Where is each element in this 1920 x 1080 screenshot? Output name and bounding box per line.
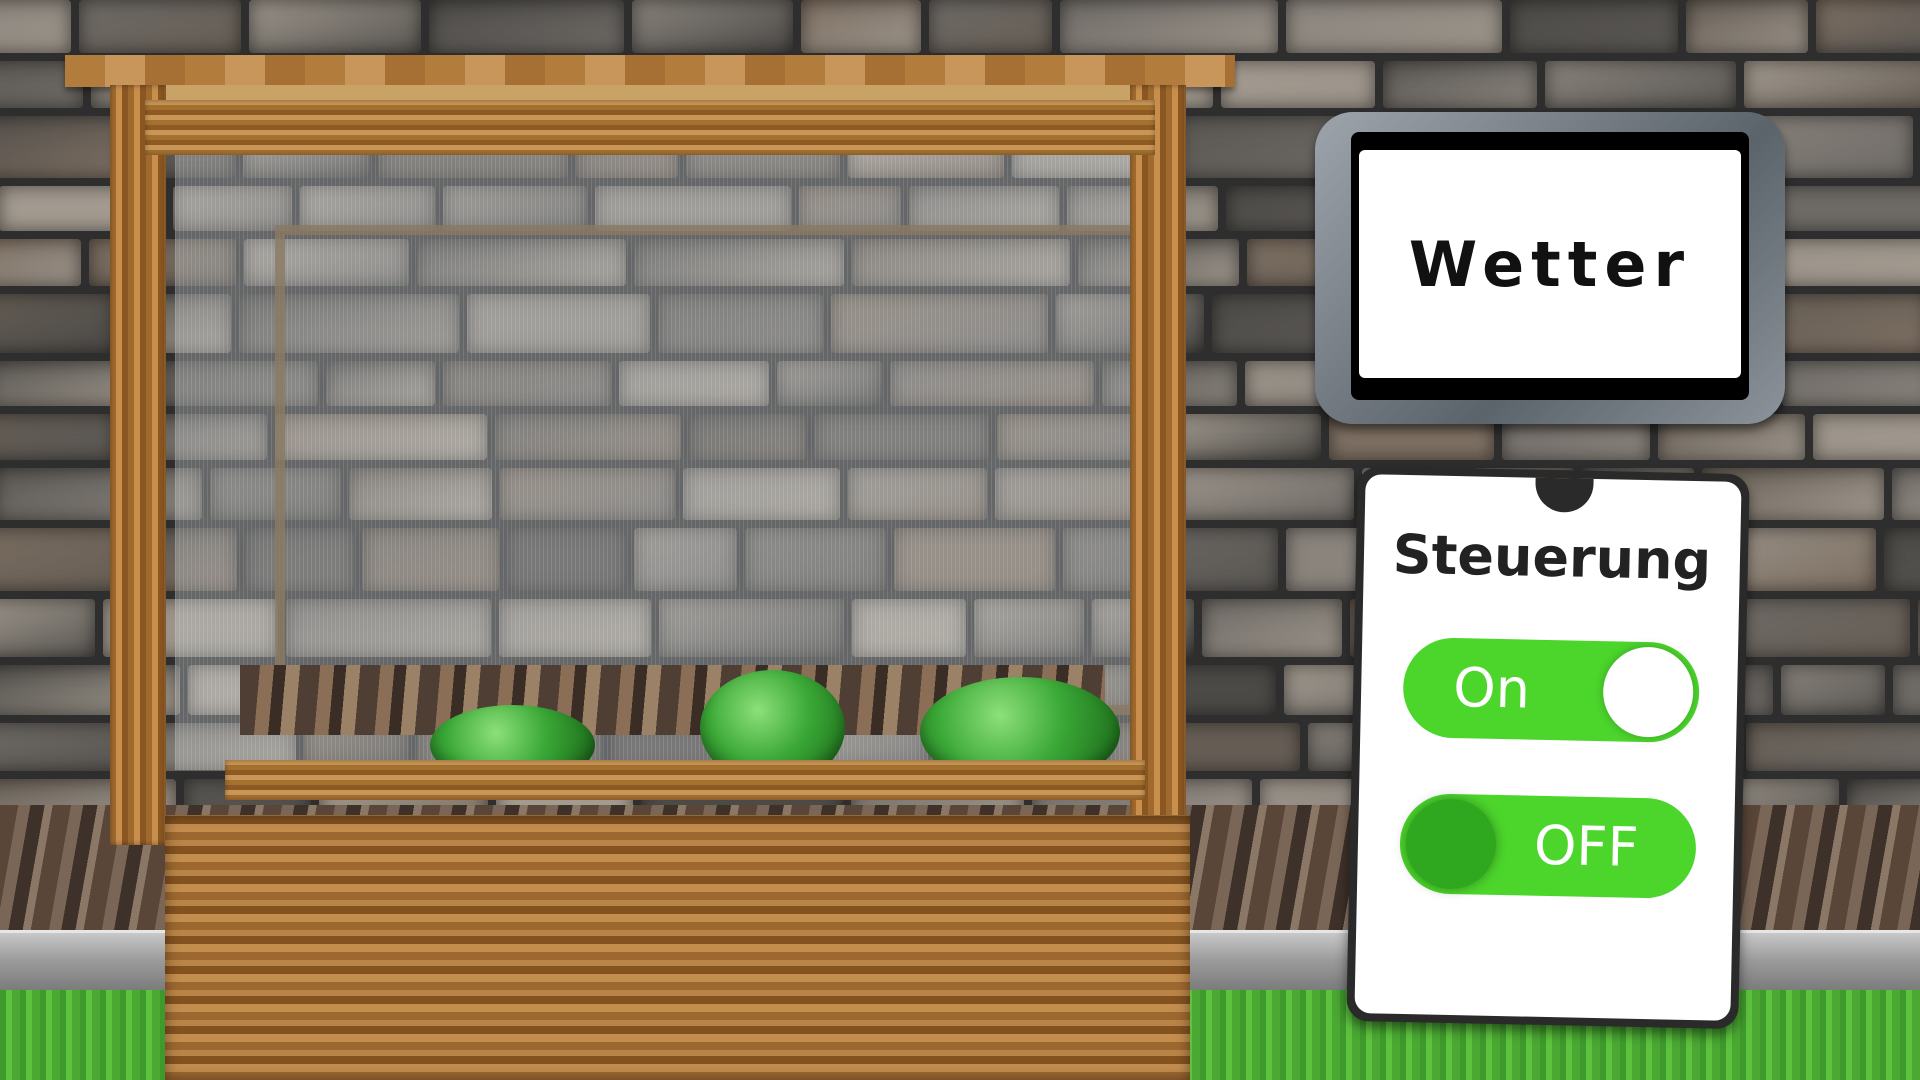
wall-stone — [1813, 414, 1920, 460]
weather-display: Wetter — [1359, 150, 1741, 378]
weather-label: Wetter — [1408, 227, 1692, 301]
control-title: Steuerung — [1392, 522, 1712, 593]
wall-stone — [632, 0, 793, 53]
wall-stone — [1286, 0, 1502, 53]
wall-stone — [249, 0, 421, 53]
wall-stone — [1383, 61, 1537, 108]
bed-wooden-box — [165, 815, 1190, 1080]
wall-stone — [1816, 0, 1920, 53]
control-tablet: Steuerung On OFF — [1346, 465, 1750, 1030]
wall-stone — [1746, 723, 1920, 771]
inner-frame — [275, 225, 1145, 715]
wall-stone — [1771, 239, 1920, 286]
game-scene: Wetter Steuerung On OFF — [0, 0, 1920, 1080]
wall-stone — [1781, 665, 1885, 715]
bed-top-beam — [145, 100, 1155, 155]
tablet-notch — [1534, 477, 1594, 513]
bed-roof — [65, 55, 1235, 87]
wall-stone — [0, 0, 71, 53]
wall-stone — [79, 0, 241, 53]
wall-stone — [929, 0, 1052, 53]
weather-screen: Wetter — [1351, 132, 1749, 400]
wall-stone — [1782, 361, 1920, 406]
bed-bottom-beam — [225, 760, 1145, 800]
wall-stone — [801, 0, 921, 53]
tablet-screen: Steuerung On OFF — [1354, 474, 1742, 1021]
wall-stone — [1545, 61, 1736, 108]
toggle-off-switch[interactable]: OFF — [1398, 792, 1697, 900]
toggle-on-label: On — [1452, 656, 1531, 721]
wall-stone — [1060, 0, 1278, 53]
toggle-on-switch[interactable]: On — [1402, 636, 1701, 744]
wall-stone — [1221, 61, 1375, 108]
wall-stone — [1892, 468, 1920, 520]
toggle-knob — [1602, 646, 1695, 739]
toggle-knob — [1405, 798, 1497, 890]
raised-garden-bed[interactable] — [65, 55, 1235, 1080]
wall-stone — [429, 0, 624, 53]
bed-post-left — [110, 85, 166, 845]
wall-stone — [1893, 665, 1920, 715]
toggle-off-label: OFF — [1533, 813, 1640, 879]
wall-stone — [1510, 0, 1678, 53]
wall-stone — [1686, 0, 1808, 53]
wall-stone — [1884, 528, 1920, 591]
weather-sign[interactable]: Wetter — [1315, 112, 1785, 424]
bed-post-right — [1130, 85, 1186, 845]
wall-stone — [1776, 294, 1920, 353]
wall-stone — [1744, 61, 1920, 108]
